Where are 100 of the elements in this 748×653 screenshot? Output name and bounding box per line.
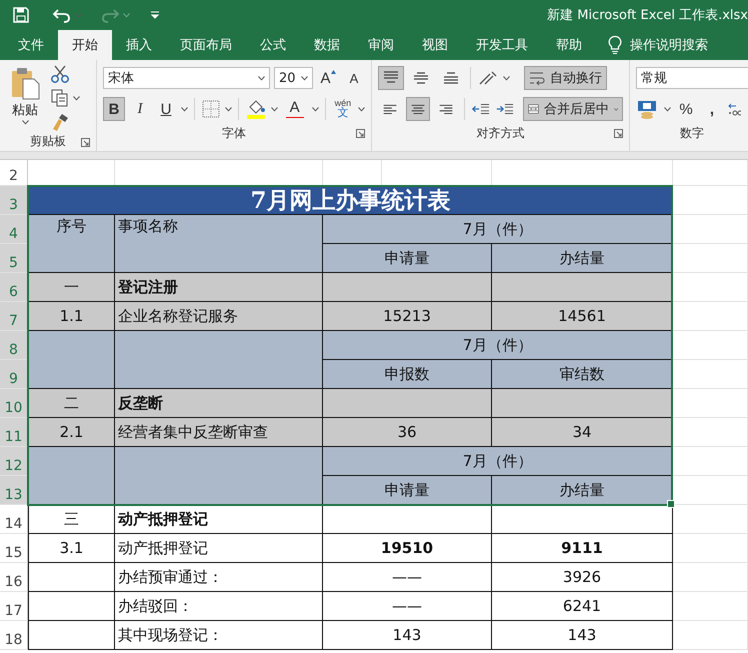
row-number[interactable]: 10 <box>0 389 28 418</box>
table-cell: 申请量 <box>323 244 492 273</box>
caret-icon[interactable] <box>614 106 618 112</box>
row-number[interactable]: 17 <box>0 592 28 621</box>
format-painter-icon[interactable] <box>50 112 70 132</box>
row-number[interactable]: 8 <box>0 331 28 360</box>
lightbulb-icon[interactable] <box>608 35 622 55</box>
row-number[interactable]: 3 <box>0 186 28 215</box>
align-top-button[interactable] <box>378 66 404 90</box>
italic-button[interactable]: I <box>129 97 151 121</box>
table-cell: 办结量 <box>492 244 673 273</box>
search-field[interactable]: 操作说明搜索 <box>630 36 708 54</box>
table-cell: 7月（件） <box>323 447 673 476</box>
wrap-icon[interactable] <box>529 70 545 86</box>
save-icon[interactable] <box>12 6 30 24</box>
borders-icon[interactable] <box>200 99 221 119</box>
copy-icon[interactable] <box>50 88 70 108</box>
row-number[interactable]: 18 <box>0 621 28 650</box>
align-center-button[interactable] <box>406 97 430 121</box>
scissors-icon[interactable] <box>50 64 70 84</box>
table-cell: 一 <box>28 273 115 302</box>
caret-icon[interactable] <box>73 96 80 100</box>
percent-button[interactable]: % <box>675 97 697 121</box>
row-number[interactable]: 9 <box>0 360 28 389</box>
table-cell: 9111 <box>492 534 673 563</box>
group-label: 字体 <box>222 124 246 142</box>
fill-handle[interactable] <box>667 500 675 508</box>
ribbon-tab[interactable]: 公式 <box>246 30 300 60</box>
number-format-field[interactable]: 常规 <box>636 67 748 89</box>
table-cell: 三 <box>28 505 115 534</box>
font-name-field[interactable]: 宋体 <box>103 67 270 89</box>
ribbon-tab[interactable]: 页面布局 <box>166 30 246 60</box>
table-cell: 143 <box>492 621 673 650</box>
table-cell: 办结量 <box>492 476 673 505</box>
decrease-font-button[interactable]: A <box>343 66 365 90</box>
group-label: 剪贴板 <box>30 133 66 150</box>
dialog-launcher-icon[interactable] <box>614 129 623 138</box>
row-number[interactable]: 2 <box>0 160 28 186</box>
row-number[interactable]: 5 <box>0 244 28 273</box>
caret-icon[interactable] <box>22 120 28 125</box>
table-cell: 经营者集中反垄断审查 <box>115 418 323 447</box>
increase-indent-icon[interactable] <box>494 101 515 117</box>
comma-button[interactable]: , <box>701 97 723 121</box>
caret-icon[interactable] <box>181 106 188 112</box>
row-number[interactable]: 14 <box>0 505 28 534</box>
align-middle-icon <box>411 70 431 86</box>
table-cell: 19510 <box>323 534 492 563</box>
row-number[interactable]: 12 <box>0 447 28 476</box>
table-cell: 14561 <box>492 302 673 331</box>
bold-button[interactable]: B <box>103 97 125 121</box>
table-cell: 其中现场登记： <box>115 621 323 650</box>
table-cell: 2.1 <box>28 418 115 447</box>
caret-icon[interactable] <box>224 106 232 112</box>
customize-toolbar-icon[interactable] <box>150 9 160 21</box>
caret-icon[interactable] <box>301 76 308 80</box>
row-number[interactable]: 4 <box>0 215 28 244</box>
grow-arrow-icon <box>330 70 336 74</box>
table-cell: —— <box>323 592 492 621</box>
ribbon-tab[interactable]: 插入 <box>112 30 166 60</box>
paste-button[interactable]: 粘贴 <box>6 64 44 132</box>
ribbon-tab[interactable]: 数据 <box>300 30 354 60</box>
table-cell: 7月（件） <box>323 215 673 244</box>
ribbon-tab[interactable]: 文件 <box>4 30 58 60</box>
row-number[interactable]: 6 <box>0 273 28 302</box>
table-cell: 3.1 <box>28 534 115 563</box>
caret-icon[interactable] <box>358 106 366 112</box>
row-number[interactable]: 15 <box>0 534 28 563</box>
caret-icon[interactable] <box>664 106 671 112</box>
increase-font-button[interactable]: A <box>317 66 339 90</box>
caret-icon[interactable] <box>270 106 278 112</box>
ribbon-tab[interactable]: 审阅 <box>354 30 408 60</box>
font-size-field[interactable]: 20 <box>274 67 313 89</box>
group-label: 对齐方式 <box>476 124 524 142</box>
decrease-indent-icon[interactable] <box>471 101 491 117</box>
wrap-text-button[interactable]: 自动换行 <box>524 66 607 90</box>
table-cell: 二 <box>28 389 115 418</box>
ribbon-tab[interactable]: 开始 <box>58 30 112 60</box>
caret-icon[interactable] <box>312 106 319 112</box>
dialog-launcher-icon[interactable] <box>81 138 90 147</box>
caret-icon[interactable] <box>503 76 510 80</box>
fill-color-icon[interactable] <box>244 98 267 120</box>
ribbon-tab[interactable]: 视图 <box>408 30 462 60</box>
table-cell: 3926 <box>492 563 673 592</box>
row-number[interactable]: 7 <box>0 302 28 331</box>
decimal-icon[interactable] <box>727 101 741 117</box>
row-number[interactable]: 16 <box>0 563 28 592</box>
table-cell: 15213 <box>323 302 492 331</box>
merge-center-button[interactable]: 合并后居中 <box>522 97 624 121</box>
font-color-button[interactable]: A <box>282 97 308 121</box>
ribbon-tab[interactable]: 开发工具 <box>462 30 542 60</box>
table-cell: 审结数 <box>492 360 673 389</box>
caret-icon[interactable] <box>258 76 265 80</box>
clipboard-icon[interactable] <box>10 66 40 100</box>
row-number[interactable]: 11 <box>0 418 28 447</box>
underline-button[interactable]: U <box>155 97 177 121</box>
phonetic-button[interactable]: wén 文 <box>332 97 354 121</box>
table-cell: 序号 <box>28 215 115 273</box>
row-number[interactable]: 13 <box>0 476 28 505</box>
ribbon-tab[interactable]: 帮助 <box>542 30 596 60</box>
dialog-launcher-icon[interactable] <box>356 129 365 138</box>
